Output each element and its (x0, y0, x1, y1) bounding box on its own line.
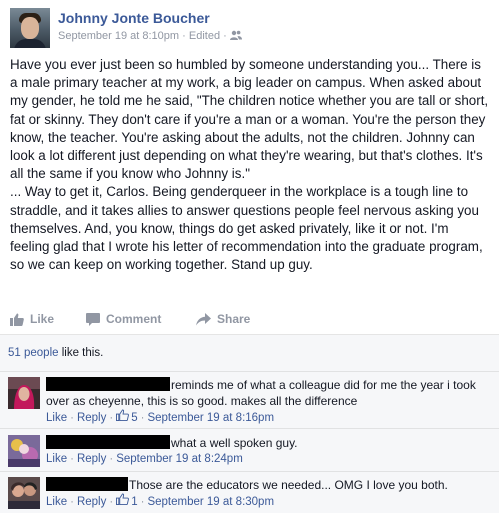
likers-link[interactable]: 51 people (8, 347, 59, 359)
author-name-link[interactable]: Johnny Jonte Boucher (58, 10, 210, 26)
comment-meta: Like · Reply · September 19 at 8:24pm (46, 451, 243, 467)
divider (0, 371, 499, 372)
comment-body: Those are the educators we needed... OMG… (46, 477, 492, 493)
redacted-name (46, 435, 170, 449)
comment-item: reminds me of what a colleague did for m… (8, 377, 492, 427)
share-icon (196, 312, 211, 325)
divider (0, 428, 499, 429)
comment-body: reminds me of what a colleague did for m… (46, 377, 492, 409)
comment-like-link[interactable]: Like (46, 451, 67, 467)
comment-content: reminds me of what a colleague did for m… (46, 377, 492, 426)
share-label: Share (217, 312, 251, 326)
edited-label[interactable]: Edited (189, 30, 220, 42)
avatar-shirt (14, 39, 46, 48)
commenter-avatar[interactable] (8, 477, 40, 509)
post-text: Have you ever just been so humbled by so… (10, 57, 489, 273)
likes-suffix: like this. (58, 347, 104, 359)
comment-timestamp[interactable]: September 19 at 8:24pm (116, 451, 243, 467)
comment-reply-link[interactable]: Reply (77, 410, 106, 426)
redacted-name (46, 477, 128, 491)
thumbs-up-icon (116, 493, 130, 510)
comment-reply-link[interactable]: Reply (77, 494, 106, 510)
comment-content: Those are the educators we needed... OMG… (46, 477, 492, 510)
likes-summary: 51 people like this. (8, 347, 103, 359)
comment-meta: Like · Reply · 1 · September 19 at 8:30p… (46, 493, 492, 510)
comment-label: Comment (106, 312, 162, 326)
comment-like-link[interactable]: Like (46, 410, 67, 426)
comment-like-count[interactable]: 5 (131, 410, 137, 426)
divider (0, 471, 499, 472)
thumbs-up-icon (116, 409, 130, 426)
redacted-name (46, 377, 170, 391)
comment-body: what a well spoken guy. (46, 435, 492, 451)
friends-icon[interactable] (229, 30, 242, 43)
comment-timestamp[interactable]: September 19 at 8:30pm (147, 494, 274, 510)
comment-text: what a well spoken guy. (171, 436, 298, 450)
comment-reply-link[interactable]: Reply (77, 451, 106, 467)
avatar-face (21, 17, 39, 39)
commenter-avatar[interactable] (8, 435, 40, 467)
commenter-avatar[interactable] (8, 377, 40, 409)
comment-content: what a well spoken guy. Like · Reply · S… (46, 435, 492, 467)
comment-button[interactable]: Comment (86, 312, 161, 326)
thumbs-up-icon (10, 313, 24, 326)
comment-timestamp[interactable]: September 19 at 8:16pm (147, 410, 274, 426)
author-avatar[interactable] (10, 8, 50, 48)
comment-text: Those are the educators we needed... OMG… (129, 478, 448, 492)
post-body: Have you ever just been so humbled by so… (10, 56, 490, 274)
feedback-section: 51 people like this. reminds me of what … (0, 334, 499, 513)
like-label: Like (30, 312, 55, 326)
meta-separator: · (182, 30, 186, 42)
post-header: Johnny Jonte Boucher September 19 at 8:1… (10, 8, 490, 48)
post-timestamp[interactable]: September 19 at 8:10pm (58, 30, 179, 42)
comment-like-link[interactable]: Like (46, 494, 67, 510)
share-button[interactable]: Share (196, 312, 250, 326)
meta-separator: · (223, 30, 227, 42)
comment-icon (86, 312, 100, 326)
comment-meta: Like · Reply · 5 · September 19 at 8:16p… (46, 409, 492, 426)
comment-item: what a well spoken guy. Like · Reply · S… (8, 435, 492, 471)
comment-item: Those are the educators we needed... OMG… (8, 477, 492, 513)
post-meta: September 19 at 8:10pm · Edited · (58, 30, 242, 43)
like-button[interactable]: Like (10, 312, 54, 326)
comment-like-count[interactable]: 1 (131, 494, 137, 510)
